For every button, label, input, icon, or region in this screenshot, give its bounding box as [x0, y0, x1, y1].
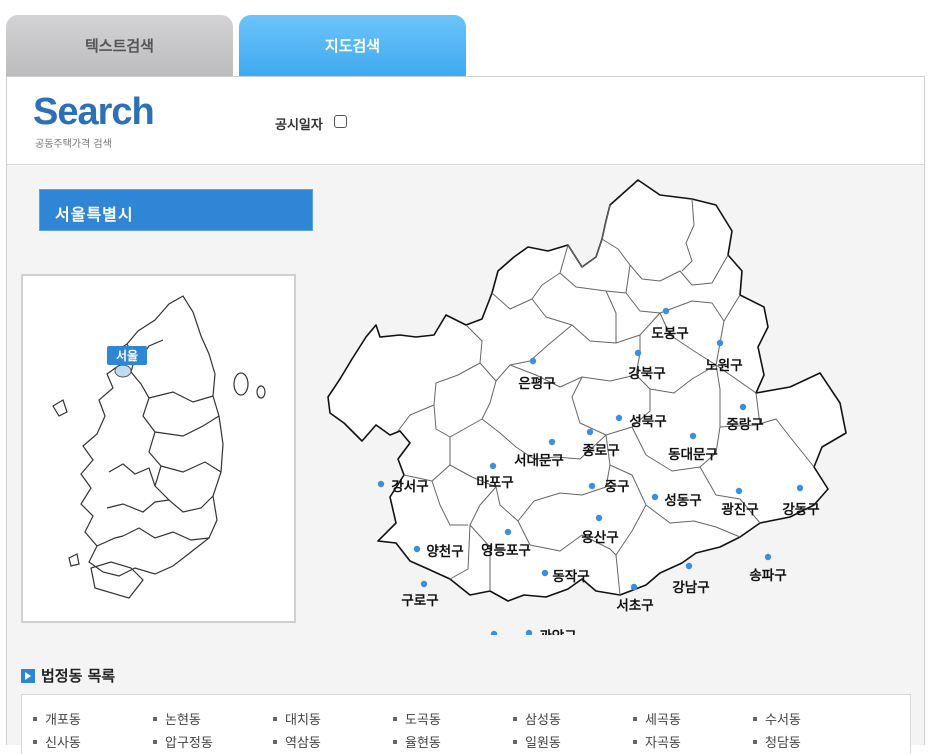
district-label-jungnang[interactable]: 중랑구	[726, 417, 763, 433]
dong-list-item[interactable]: 세곡동	[633, 709, 753, 728]
district-dot-seongdong[interactable]	[651, 493, 659, 501]
district-dot-geumcheon[interactable]	[490, 630, 498, 635]
dong-list-item[interactable]: 삼성동	[513, 709, 633, 728]
map-search-panel: Search 공동주택가격 검색 공시일자 서울특별시 서울 도봉구 노원구 강…	[6, 76, 925, 754]
district-label-yangcheon[interactable]: 양천구	[426, 544, 463, 560]
district-songpa[interactable]: 송파구	[749, 553, 787, 584]
district-dot-nowon[interactable]	[716, 339, 724, 347]
district-label-gangdong[interactable]: 강동구	[782, 501, 819, 518]
district-dot-dongdaemun[interactable]	[689, 432, 697, 440]
district-dot-jung[interactable]	[588, 482, 596, 490]
notice-date-checkbox[interactable]	[334, 115, 347, 128]
dong-list-item[interactable]: 압구정동	[153, 732, 273, 751]
district-label-guro[interactable]: 구로구	[401, 593, 438, 609]
district-guro[interactable]: 구로구	[401, 580, 439, 609]
district-gwanak[interactable]: 관악구	[525, 628, 577, 635]
district-dot-gwangjin[interactable]	[735, 487, 743, 495]
district-dot-gangdong[interactable]	[796, 484, 804, 492]
district-dot-seodaemun[interactable]	[548, 438, 556, 446]
district-label-gwangjin[interactable]: 광진구	[721, 501, 758, 518]
dong-list-title: 법정동 목록	[21, 665, 115, 686]
district-label-dongdaemun[interactable]: 동대문구	[668, 447, 718, 463]
district-label-gangnam[interactable]: 강남구	[672, 579, 709, 596]
district-label-songpa[interactable]: 송파구	[749, 568, 786, 584]
district-geumcheon[interactable]: 금천구	[481, 630, 518, 635]
district-label-seongbuk[interactable]: 성북구	[629, 414, 666, 430]
district-dot-gangseo[interactable]	[377, 480, 385, 488]
search-tabs: 텍스트검색 지도검색	[6, 15, 466, 77]
district-dot-seocho[interactable]	[630, 583, 638, 591]
district-label-dongjak[interactable]: 동작구	[552, 568, 589, 585]
panel-header: Search 공동주택가격 검색 공시일자	[7, 77, 924, 165]
district-dot-yeongdeungpo[interactable]	[504, 528, 512, 536]
district-gangseo[interactable]: 강서구	[377, 478, 429, 495]
dong-list-item[interactable]: 개포동	[33, 709, 153, 728]
district-dot-seongbuk[interactable]	[615, 414, 623, 422]
search-logo-title: Search	[33, 91, 155, 133]
dong-list-title-text: 법정동 목록	[41, 667, 116, 685]
district-dot-songpa[interactable]	[764, 553, 772, 561]
district-label-jung[interactable]: 중구	[605, 479, 630, 495]
district-dot-gwanak[interactable]	[525, 629, 533, 635]
seoul-district-map: 도봉구노원구 강북구은평구중랑구 성북구동대문구 종로구서대문구마포구 강서구 중구성동구…	[327, 179, 847, 635]
district-dot-jungnang[interactable]	[739, 403, 747, 411]
notice-date-label: 공시일자	[275, 118, 323, 133]
district-gangnam[interactable]: 강남구	[672, 562, 710, 596]
district-label-mapo[interactable]: 마포구	[476, 475, 513, 491]
district-dot-eunpyeong[interactable]	[529, 357, 537, 365]
city-title: 서울특별시	[39, 189, 313, 231]
district-label-gwanak[interactable]: 관악구	[539, 628, 576, 635]
district-dot-gangnam[interactable]	[685, 562, 693, 570]
tab-map-search[interactable]: 지도검색	[239, 15, 466, 76]
district-label-seocho[interactable]: 서초구	[616, 598, 653, 614]
district-dot-jongno[interactable]	[586, 428, 594, 436]
korea-outline-svg: 서울	[52, 295, 266, 599]
district-dot-yangcheon[interactable]	[413, 545, 421, 553]
dong-list-item[interactable]: 청담동	[753, 732, 873, 751]
search-logo-subtitle: 공동주택가격 검색	[35, 139, 112, 150]
dong-list-item[interactable]: 신사동	[33, 732, 153, 751]
dong-list-item[interactable]: 도곡동	[393, 709, 513, 728]
district-label-seodaemun[interactable]: 서대문구	[514, 453, 564, 469]
district-dot-yongsan[interactable]	[595, 514, 603, 522]
district-label-jongno[interactable]: 종로구	[582, 443, 619, 459]
district-label-seongdong[interactable]: 성동구	[664, 493, 701, 509]
dong-list-item[interactable]: 율현동	[393, 732, 513, 751]
dong-list-item[interactable]: 대치동	[273, 709, 393, 728]
district-label-yeongdeungpo[interactable]: 영등포구	[481, 542, 531, 559]
district-label-yongsan[interactable]: 용산구	[581, 529, 618, 546]
district-dot-mapo[interactable]	[489, 462, 497, 470]
district-dot-guro[interactable]	[420, 580, 428, 588]
dong-list-item[interactable]: 논현동	[153, 709, 273, 728]
dong-list-item[interactable]: 자곡동	[633, 732, 753, 751]
dong-list-box: 개포동 논현동 대치동 도곡동 삼성동 세곡동 수서동신사동 압구정동 역삼동 율현동 일원동 자곡동…	[21, 694, 911, 754]
district-dot-gangbuk[interactable]	[634, 349, 642, 357]
tab-text-search[interactable]: 텍스트검색	[6, 15, 233, 76]
district-label-eunpyeong[interactable]: 은평구	[518, 375, 555, 392]
korea-overview-map: 서울	[21, 274, 296, 623]
district-label-nowon[interactable]: 노원구	[705, 358, 742, 374]
district-label-gangseo[interactable]: 강서구	[391, 478, 428, 495]
arrow-right-icon	[21, 668, 35, 683]
dong-list-item[interactable]: 일원동	[513, 732, 633, 751]
district-label-dobong[interactable]: 도봉구	[651, 326, 688, 342]
district-dot-dobong[interactable]	[662, 307, 670, 315]
district-label-gangbuk[interactable]: 강북구	[628, 365, 665, 382]
district-dot-dongjak[interactable]	[541, 569, 549, 577]
dong-list-item[interactable]: 수서동	[753, 709, 873, 728]
seoul-marker-label[interactable]: 서울	[116, 348, 138, 363]
dong-list-item[interactable]: 역삼동	[273, 732, 393, 751]
